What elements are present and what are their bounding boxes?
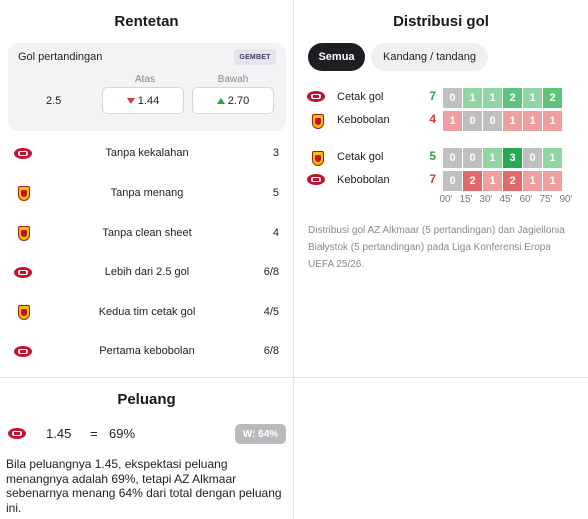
streak-label: Lebih dari 2.5 gol	[104, 266, 190, 278]
tab-home-away[interactable]: Kandang / tandang	[371, 43, 488, 71]
odds-market-label: Gol pertandingan	[18, 51, 103, 63]
horizontal-divider	[0, 377, 588, 378]
streak-label: Tanpa kekalahan	[105, 147, 189, 159]
distribution-row: Cetak gol 7 0 1 1 2 1 2	[307, 88, 577, 108]
tab-all[interactable]: Semua	[308, 43, 365, 71]
distribution-title: Distribusi gol	[393, 13, 489, 30]
streak-row[interactable]: Tanpa kekalahan 3	[12, 143, 282, 163]
distribution-total: 7	[429, 172, 436, 186]
distribution-cell: 0	[463, 111, 482, 131]
trend-down-icon	[126, 97, 135, 104]
distribution-cell: 1	[523, 88, 542, 108]
trend-up-icon	[216, 97, 225, 104]
match-goals-odds-card: Gol pertandingan GEMBET Atas Bawah 2.5 1…	[8, 43, 286, 131]
chance-description: Bila peluangnya 1.45, ekspektasi peluang…	[6, 457, 282, 515]
streak-row[interactable]: Tanpa clean sheet 4	[12, 223, 282, 243]
streak-row[interactable]: Tanpa menang 5	[12, 183, 282, 203]
az-alkmaar-logo	[307, 91, 325, 102]
distribution-cell: 0	[443, 88, 462, 108]
distribution-cell: 0	[483, 111, 502, 131]
streak-row[interactable]: Lebih dari 2.5 gol 6/8	[12, 262, 282, 282]
distribution-cell: 2	[543, 88, 562, 108]
distribution-cell: 1	[503, 111, 522, 131]
streak-value: 4/5	[263, 306, 279, 318]
distribution-cell: 1	[463, 88, 482, 108]
streak-value: 6/8	[263, 266, 279, 278]
distribution-row: Kebobolan 4 1 0 0 1 1 1	[307, 111, 577, 131]
streak-value: 6/8	[263, 345, 279, 357]
distribution-row-label: Kebobolan	[337, 174, 390, 186]
distribution-cell: 1	[543, 171, 562, 191]
distribution-row: Cetak gol 5 0 0 1 3 0 1	[307, 148, 577, 168]
streak-value: 4	[272, 227, 279, 239]
time-axis-label: 45'	[499, 194, 513, 205]
distribution-cell: 2	[503, 88, 522, 108]
distribution-cell: 1	[543, 148, 562, 168]
distribution-row: Kebobolan 7 0 2 1 2 1 1	[307, 171, 577, 191]
az-alkmaar-logo	[8, 428, 26, 439]
chance-odds: 1.45	[46, 426, 72, 441]
streak-label: Tanpa clean sheet	[102, 227, 192, 239]
distribution-cell: 0	[443, 148, 462, 168]
over-header: Atas	[134, 74, 155, 85]
distribution-cell: 0	[523, 148, 542, 168]
streak-row[interactable]: Pertama kebobolan 6/8	[12, 341, 282, 361]
streaks-title: Rentetan	[114, 13, 179, 30]
jagiellonia-logo	[312, 114, 324, 129]
distribution-cell: 2	[463, 171, 482, 191]
distribution-cell: 1	[523, 171, 542, 191]
time-axis-label: 75'	[539, 194, 553, 205]
under-odds-button[interactable]: 2.70	[192, 87, 274, 114]
vertical-divider	[293, 0, 294, 519]
over-odds-button[interactable]: 1.44	[102, 87, 184, 114]
distribution-cell: 2	[503, 171, 522, 191]
distribution-row-label: Cetak gol	[337, 151, 384, 163]
streak-label: Kedua tim cetak gol	[98, 306, 196, 318]
distribution-cell: 3	[503, 148, 522, 168]
time-axis-label: 15'	[459, 194, 473, 205]
distribution-total: 4	[429, 112, 436, 126]
time-axis-label: 30'	[479, 194, 493, 205]
time-axis-label: 60'	[519, 194, 533, 205]
over-odds-value: 1.44	[137, 94, 160, 107]
streak-value: 3	[272, 147, 279, 159]
distribution-cell: 1	[543, 111, 562, 131]
distribution-cell: 0	[463, 148, 482, 168]
time-axis: 00' 15' 30' 45' 60' 75' 90'	[436, 194, 576, 205]
under-odds-value: 2.70	[227, 94, 250, 107]
distribution-cell: 0	[443, 171, 462, 191]
distribution-cell: 1	[483, 88, 502, 108]
streak-value: 5	[272, 187, 279, 199]
distribution-cell: 1	[483, 171, 502, 191]
bookmaker-logo[interactable]: GEMBET	[234, 49, 276, 65]
streak-label: Tanpa menang	[110, 187, 184, 199]
distribution-description: Distribusi gol AZ Alkmaar (5 pertandinga…	[308, 225, 565, 270]
under-header: Bawah	[217, 74, 249, 85]
time-axis-label: 90'	[559, 194, 573, 205]
expected-win-percent: 69%	[109, 426, 136, 441]
odds-line-value: 2.5	[46, 95, 62, 107]
distribution-total: 5	[429, 149, 436, 163]
time-axis-label: 00'	[439, 194, 453, 205]
chance-title: Peluang	[117, 391, 176, 408]
distribution-row-label: Kebobolan	[337, 114, 390, 126]
distribution-row-label: Cetak gol	[337, 91, 384, 103]
distribution-cell: 1	[483, 148, 502, 168]
distribution-total: 7	[429, 89, 436, 103]
jagiellonia-logo	[312, 151, 324, 166]
equals-sign: =	[90, 426, 98, 441]
bookmaker-name: GEMBET	[239, 53, 271, 61]
az-alkmaar-logo	[307, 174, 325, 185]
streak-label: Pertama kebobolan	[99, 345, 195, 357]
distribution-cell: 1	[443, 111, 462, 131]
streak-row[interactable]: Kedua tim cetak gol 4/5	[12, 302, 282, 322]
actual-win-badge: W: 64%	[235, 424, 286, 444]
distribution-cell: 1	[523, 111, 542, 131]
